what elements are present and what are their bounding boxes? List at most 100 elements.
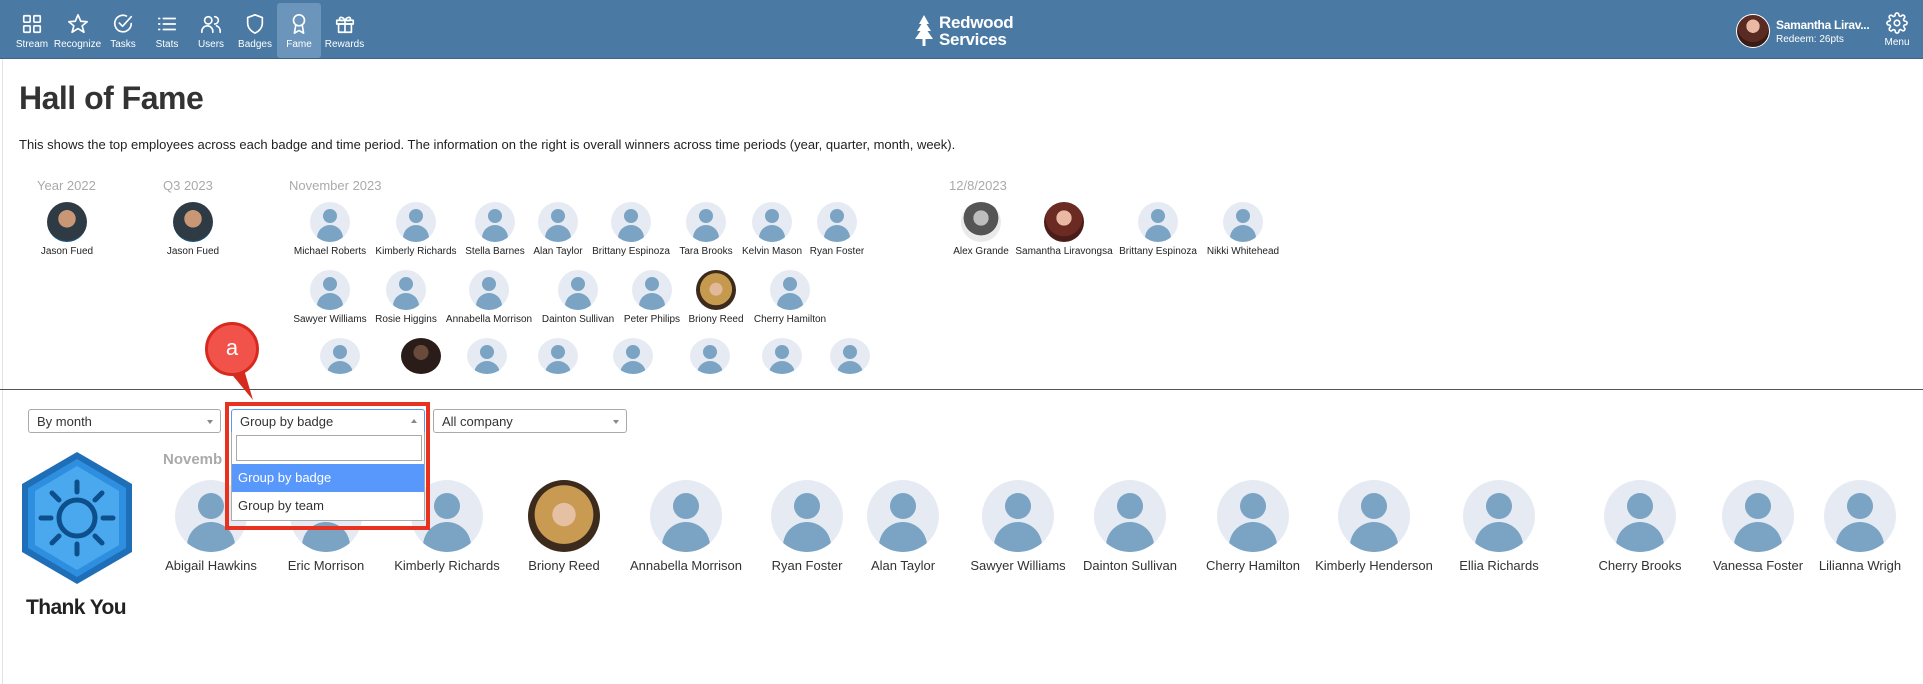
- nav-users-label: Users: [197, 39, 225, 50]
- avatar[interactable]: [173, 202, 213, 242]
- avatar[interactable]: [867, 480, 939, 552]
- person-name: Ellia Richards: [1459, 558, 1539, 573]
- avatar[interactable]: [1338, 480, 1410, 552]
- menu-label: Menu: [1884, 37, 1910, 48]
- avatar[interactable]: [961, 202, 1001, 242]
- person-name: Lilianna Wrigh: [1818, 558, 1902, 573]
- nav-stats[interactable]: Stats: [145, 3, 189, 58]
- nav-badges[interactable]: Badges: [233, 3, 277, 58]
- nav-tasks[interactable]: Tasks: [101, 3, 145, 58]
- nav-fame[interactable]: Fame: [277, 3, 321, 58]
- winner-month[interactable]: Ryan Foster: [782, 202, 892, 257]
- nav-badges-label: Badges: [238, 39, 272, 50]
- person-name: Ryan Foster: [771, 558, 843, 573]
- avatar[interactable]: [558, 270, 598, 310]
- badge-winner[interactable]: Cherry Hamilton: [1183, 480, 1323, 573]
- person-name: Cherry Hamilton: [1206, 558, 1300, 573]
- avatar[interactable]: [396, 202, 436, 242]
- main-nav: Stream Recognize Tasks Stats Users Badge…: [10, 3, 368, 58]
- badge-winner[interactable]: Briony Reed: [494, 480, 634, 573]
- avatar[interactable]: [1094, 480, 1166, 552]
- winner-year[interactable]: Jason Fued: [12, 202, 122, 257]
- avatar[interactable]: [650, 480, 722, 552]
- annotation-marker: a: [205, 322, 259, 376]
- person-name: Jason Fued: [166, 246, 220, 257]
- left-border: [2, 59, 3, 684]
- badge-winner[interactable]: Ellia Richards: [1429, 480, 1569, 573]
- avatar[interactable]: [690, 338, 730, 374]
- section-divider: [0, 389, 1923, 390]
- avatar[interactable]: [770, 270, 810, 310]
- avatar[interactable]: [467, 338, 507, 374]
- brand-line-1: Redwood: [939, 13, 1014, 32]
- badge-winner[interactable]: Lilianna Wrigh: [1798, 480, 1922, 573]
- avatar[interactable]: [1736, 14, 1770, 48]
- gear-icon: [1886, 12, 1908, 34]
- avatar[interactable]: [1824, 480, 1896, 552]
- person-name: Michael Roberts: [293, 246, 367, 257]
- badge-winner[interactable]: Kimberly Henderson: [1304, 480, 1444, 573]
- avatar[interactable]: [830, 338, 870, 374]
- person-name: Dainton Sullivan: [1083, 558, 1177, 573]
- redwood-logo[interactable]: Redwood Services: [912, 13, 1014, 48]
- badge-winner[interactable]: Dainton Sullivan: [1060, 480, 1200, 573]
- avatar[interactable]: [538, 338, 578, 374]
- person-name: Cherry Hamilton: [753, 314, 827, 325]
- person-name: Kimberly Richards: [394, 558, 500, 573]
- avatar[interactable]: [47, 202, 87, 242]
- person-name: Eric Morrison: [287, 558, 365, 573]
- page-description: This shows the top employees across each…: [19, 137, 956, 152]
- avatar[interactable]: [1463, 480, 1535, 552]
- winner-quarter[interactable]: Jason Fued: [138, 202, 248, 257]
- avatar[interactable]: [310, 202, 350, 242]
- nav-stream-label: Stream: [15, 39, 49, 50]
- avatar[interactable]: [1217, 480, 1289, 552]
- avatar[interactable]: [528, 480, 600, 552]
- shield-icon: [246, 14, 264, 34]
- avatar[interactable]: [982, 480, 1054, 552]
- avatar[interactable]: [817, 202, 857, 242]
- person-name: Jason Fued: [40, 246, 94, 257]
- nav-tasks-label: Tasks: [110, 39, 136, 50]
- badge-winner[interactable]: Annabella Morrison: [616, 480, 756, 573]
- user-profile[interactable]: Samantha Lirav... Redeem: 26pts: [1736, 14, 1870, 48]
- scope-select[interactable]: All company: [433, 409, 627, 433]
- nav-rewards[interactable]: Rewards: [321, 3, 368, 58]
- avatar[interactable]: [1722, 480, 1794, 552]
- person-name: Abigail Hawkins: [165, 558, 257, 573]
- person-name: Samantha Liravongsa: [1015, 246, 1113, 257]
- avatar[interactable]: [386, 270, 426, 310]
- menu-button[interactable]: Menu: [1882, 12, 1912, 48]
- badge-title: Thank You: [26, 596, 127, 619]
- person-name: Annabella Morrison: [629, 558, 742, 573]
- nav-recognize-label: Recognize: [53, 39, 102, 50]
- avatar[interactable]: [538, 202, 578, 242]
- nav-rewards-label: Rewards: [324, 39, 365, 50]
- person-name: Nikki Whitehead: [1206, 246, 1280, 257]
- avatar[interactable]: [310, 270, 350, 310]
- profile-name: Samantha Lirav...: [1776, 17, 1870, 32]
- nav-fame-label: Fame: [286, 39, 312, 50]
- winner-week[interactable]: Nikki Whitehead: [1188, 202, 1298, 257]
- winner-month[interactable]: [795, 338, 905, 374]
- nav-users[interactable]: Users: [189, 3, 233, 58]
- period-quarter-label: Q3 2023: [163, 178, 213, 193]
- avatar[interactable]: [613, 338, 653, 374]
- avatar[interactable]: [1044, 202, 1084, 242]
- caret-down-icon: [613, 420, 619, 424]
- nav-recognize[interactable]: Recognize: [54, 3, 101, 58]
- avatar[interactable]: [611, 202, 651, 242]
- person-name: Alex Grande: [953, 246, 1009, 257]
- avatar[interactable]: [469, 270, 509, 310]
- nav-stream[interactable]: Stream: [10, 3, 54, 58]
- person-name: Brittany Espinoza: [1119, 246, 1197, 257]
- avatar[interactable]: [696, 270, 736, 310]
- avatar[interactable]: [1223, 202, 1263, 242]
- avatar[interactable]: [320, 338, 360, 374]
- profile-points[interactable]: Redeem: 26pts: [1776, 34, 1869, 45]
- winner-month[interactable]: Cherry Hamilton: [735, 270, 845, 325]
- person-name: Vanessa Foster: [1712, 558, 1804, 573]
- avatar[interactable]: [1604, 480, 1676, 552]
- avatar[interactable]: [1138, 202, 1178, 242]
- period-select[interactable]: By month: [28, 409, 221, 433]
